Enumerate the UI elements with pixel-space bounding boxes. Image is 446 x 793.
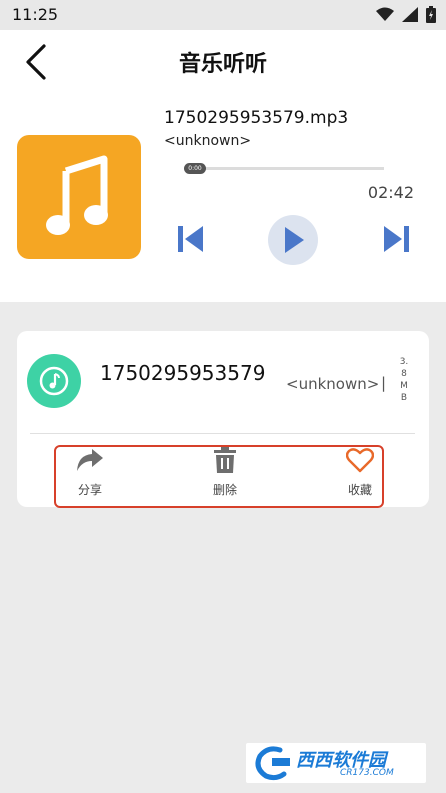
divider — [30, 433, 415, 434]
track-title[interactable]: 1750295953579 — [100, 361, 265, 385]
track-separator: | — [381, 374, 387, 392]
share-button[interactable]: 分享 — [62, 447, 118, 498]
file-name: 1750295953579.mp3 — [164, 108, 349, 128]
delete-label: 删除 — [212, 483, 237, 497]
heart-icon — [345, 448, 375, 473]
favorite-button[interactable]: 收藏 — [332, 447, 388, 498]
play-button[interactable] — [268, 215, 318, 265]
trash-icon — [214, 447, 236, 473]
progress-bar[interactable] — [186, 167, 384, 170]
album-cover — [17, 135, 141, 259]
delete-button[interactable]: 删除 — [197, 447, 253, 498]
action-bar: 分享 删除 收藏 — [54, 445, 384, 508]
track-artist: <unknown> — [286, 375, 380, 393]
page-title: 音乐听听 — [178, 52, 267, 77]
share-icon — [77, 449, 103, 471]
status-time: 11:25 — [12, 5, 59, 24]
previous-icon[interactable] — [178, 225, 204, 253]
music-disc-icon — [39, 366, 69, 396]
next-icon[interactable] — [383, 225, 409, 253]
wifi-icon — [376, 7, 394, 21]
music-note-icon — [46, 155, 108, 235]
watermark-logo: 西西软件园 CR173.COM — [246, 743, 426, 783]
duration: 02:42 — [367, 183, 414, 202]
player-artist: <unknown> — [164, 133, 252, 149]
watermark-sub: CR173.COM — [340, 768, 394, 778]
progress-knob[interactable]: 0:00 — [184, 163, 206, 174]
watermark-emblem-icon — [255, 746, 290, 781]
status-icons — [376, 6, 436, 23]
status-bar: 11:25 — [0, 0, 446, 30]
favorite-label: 收藏 — [347, 483, 372, 497]
signal-icon — [402, 7, 418, 22]
track-size: 3.8MB — [399, 357, 409, 403]
track-card: 1750295953579 <unknown> | 3.8MB 分享 删除 收藏 — [17, 331, 429, 508]
share-label: 分享 — [77, 483, 102, 497]
battery-icon — [426, 6, 436, 23]
play-icon — [285, 227, 304, 253]
player-panel: 音乐听听 1750295953579.mp3 <unknown> 0:00 02… — [0, 30, 446, 302]
track-icon — [27, 354, 81, 408]
